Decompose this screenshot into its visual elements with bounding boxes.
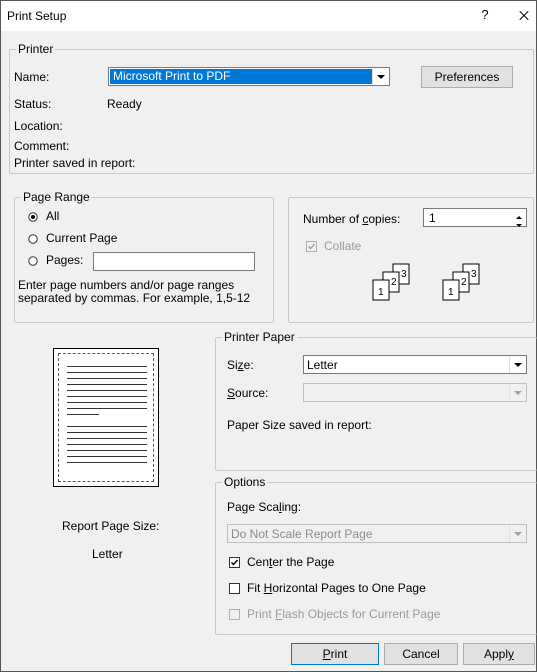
center-page-checkbox[interactable]: [229, 557, 240, 568]
help-button[interactable]: ?: [473, 7, 497, 25]
radio-pages[interactable]: [28, 256, 38, 266]
collate-page-1: 1: [378, 287, 384, 298]
collate-checkbox[interactable]: [306, 241, 317, 252]
cancel-button[interactable]: Cancel: [384, 643, 458, 665]
preferences-button[interactable]: Preferences: [421, 66, 513, 88]
window-title: Print Setup: [7, 9, 67, 23]
printer-group: Printer Name: Microsoft Print to PDF Pre…: [9, 42, 534, 174]
fit-horizontal-checkbox[interactable]: [229, 583, 240, 594]
printer-name-select[interactable]: Microsoft Print to PDF: [108, 67, 390, 86]
page-range-group: Page Range All Current Page Pages: Enter…: [14, 190, 274, 323]
paper-source-select[interactable]: [303, 383, 527, 402]
paper-size-select[interactable]: Letter: [303, 355, 527, 374]
status-label: Status:: [14, 97, 52, 111]
collate-pages-icon: 3 2 1 3 2 1: [372, 263, 480, 301]
fit-horizontal-label[interactable]: Fit Horizontal Pages to One Page: [247, 581, 426, 595]
page-scaling-value: Do Not Scale Report Page: [231, 527, 373, 541]
apply-button[interactable]: Apply: [463, 643, 535, 665]
collate-page-3: 3: [401, 269, 407, 280]
print-flash-label: Print Flash Objects for Current Page: [247, 607, 441, 621]
pages-input[interactable]: [93, 252, 255, 271]
location-label: Location:: [14, 119, 63, 133]
radio-current-page-label[interactable]: Current Page: [46, 231, 117, 245]
copies-value: 1: [429, 211, 436, 225]
report-page-size-label: Report Page Size:: [62, 519, 160, 533]
page-preview: [53, 348, 159, 487]
radio-all[interactable]: [28, 212, 38, 222]
collate-page-2b: 2: [461, 277, 467, 288]
print-setup-dialog: Print Setup ? Printer Name: Microsoft Pr…: [0, 0, 537, 672]
spin-down-icon[interactable]: [514, 218, 524, 227]
report-page-size-value: Letter: [92, 547, 123, 561]
printer-saved-label: Printer saved in report:: [14, 156, 136, 170]
paper-size-value: Letter: [307, 358, 338, 372]
collate-label: Collate: [324, 239, 362, 253]
pages-hint-line2: separated by commas. For example, 1,5-12: [18, 291, 251, 305]
radio-current-page[interactable]: [28, 234, 38, 244]
collate-page-2: 2: [391, 277, 397, 288]
copies-group: Number of copies: 1 Collate 3 2 1 3 2 1: [288, 197, 534, 323]
paper-size-saved-label: Paper Size saved in report:: [227, 418, 372, 432]
pages-hint-line1: Enter page numbers and/or page ranges: [18, 278, 235, 292]
comment-label: Comment:: [14, 139, 70, 153]
radio-pages-label[interactable]: Pages:: [46, 253, 83, 267]
chevron-down-icon[interactable]: [372, 68, 389, 85]
paper-size-label: Size:: [227, 358, 254, 372]
status-value: Ready: [107, 97, 142, 111]
close-icon[interactable]: [513, 5, 535, 27]
copies-spinner[interactable]: 1: [423, 208, 527, 227]
options-legend: Options: [222, 475, 268, 489]
chevron-down-icon[interactable]: [509, 384, 526, 401]
collate-page-3b: 3: [471, 269, 477, 280]
page-range-legend: Page Range: [21, 190, 92, 204]
collate-page-1b: 1: [448, 287, 454, 298]
title-bar: Print Setup ?: [1, 1, 536, 31]
print-flash-checkbox[interactable]: [229, 609, 240, 620]
printer-legend: Printer: [16, 42, 56, 56]
printer-paper-group: Printer Paper Size: Letter Source: Paper…: [215, 330, 537, 471]
spin-up-icon[interactable]: [514, 210, 524, 219]
printer-paper-legend: Printer Paper: [222, 330, 297, 344]
page-scaling-select[interactable]: Do Not Scale Report Page: [227, 524, 527, 543]
center-page-label[interactable]: Center the Page: [247, 555, 334, 569]
copies-label: Number of copies:: [303, 212, 401, 226]
chevron-down-icon[interactable]: [509, 356, 526, 373]
print-button[interactable]: Print: [291, 643, 379, 665]
chevron-down-icon[interactable]: [509, 525, 526, 542]
paper-source-label: Source:: [227, 386, 269, 400]
printer-name-label: Name:: [14, 70, 50, 84]
radio-all-label[interactable]: All: [46, 209, 59, 223]
printer-name-value: Microsoft Print to PDF: [110, 69, 376, 84]
page-scaling-label: Page Scaling:: [227, 500, 302, 514]
options-group: Options Page Scaling: Do Not Scale Repor…: [215, 475, 537, 635]
